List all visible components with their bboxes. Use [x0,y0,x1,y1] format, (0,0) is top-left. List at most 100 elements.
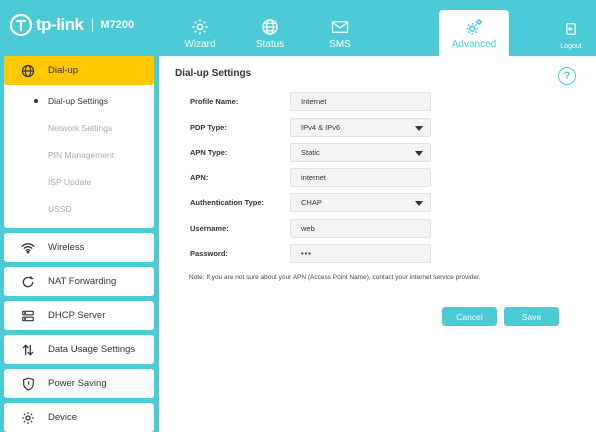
sidebar-subitem-dial-up-settings[interactable]: Dial-up Settings [4,87,154,114]
apn-type-select[interactable]: Static [290,142,431,162]
menu-group-wireless: Wireless [4,233,154,262]
sidebar-subitem-ussd[interactable]: USSD [4,195,154,222]
arrows-icon [20,342,36,358]
main-panel: Dial-up Settings ? Profile Name: Interne… [159,56,596,432]
logout-label: Logout [560,43,582,50]
row-password: Password: ••• [190,243,431,263]
logout-icon [564,22,578,41]
globe-icon [20,63,36,79]
subitem-label: PIN Management [48,149,115,160]
bullet-dot [34,126,38,130]
apn-type-value: Static [301,147,320,157]
username-input[interactable]: web [290,218,431,238]
sidebar-item-label: Dial-up [48,65,79,76]
row-auth-type: Authentication Type: CHAP [190,192,431,212]
profile-name-input[interactable]: Internet [290,91,431,111]
tab-label: Wizard [184,39,216,50]
brand-divider [91,18,93,32]
apn-label: APN: [190,172,209,182]
sidebar: Dial-up Dial-up Settings Network Setting… [4,56,154,432]
menu-group-nat: NAT Forwarding [4,267,154,296]
tab-label: Status [255,39,285,50]
profile-name-value: Internet [301,96,327,106]
shield-icon [20,376,36,392]
pdp-type-value: IPv4 & IPv6 [301,122,341,132]
caret-down-icon [415,125,423,131]
dial-up-submenu: Dial-up Settings Network Settings PIN Ma… [4,85,154,228]
save-button[interactable]: Save [504,307,559,326]
bullet-dot [34,207,38,211]
row-username: Username: web [190,218,431,238]
menu-group-power-saving: Power Saving [4,369,154,398]
sidebar-item-device[interactable]: Device [4,403,154,432]
apn-value: internet [301,172,327,182]
auth-type-value: CHAP [301,197,322,207]
apn-type-label: APN Type: [190,147,228,157]
menu-group-device: Device [4,403,154,432]
row-apn: APN: internet [190,167,431,187]
subitem-label: ISP Update [48,176,92,187]
sidebar-item-label: Wireless [48,242,85,253]
sidebar-item-dial-up[interactable]: Dial-up [4,56,154,85]
sidebar-item-power-saving[interactable]: Power Saving [4,369,154,398]
sidebar-item-nat-forwarding[interactable]: NAT Forwarding [4,267,154,296]
header: tp-link M7200 Wizard Status SMS Advanced… [0,0,596,56]
subitem-label: Dial-up Settings [48,95,109,106]
model-name: M7200 [100,19,135,31]
sidebar-item-label: Power Saving [48,378,107,389]
gear-icon [20,410,36,426]
sidebar-subitem-network-settings[interactable]: Network Settings [4,114,154,141]
menu-group-dhcp: DHCP Server [4,301,154,330]
sidebar-item-label: Data Usage Settings [48,344,136,355]
username-value: web [301,223,315,233]
gears-icon [464,17,484,37]
username-label: Username: [190,223,229,233]
sidebar-item-wireless[interactable]: Wireless [4,233,154,262]
sidebar-item-dhcp-server[interactable]: DHCP Server [4,301,154,330]
apn-note: Note: If you are not sure about your APN… [189,274,481,281]
gear-icon [191,17,209,37]
tab-label: Advanced [451,39,497,50]
tp-link-logo-icon [10,14,32,36]
help-button[interactable]: ? [558,67,576,85]
question-icon: ? [563,70,571,82]
caret-down-icon [415,200,423,206]
envelope-icon [331,17,349,37]
wifi-icon [20,240,36,256]
bullet-dot [34,153,38,157]
pdp-type-select[interactable]: IPv4 & IPv6 [290,117,431,137]
auth-type-label: Authentication Type: [190,197,265,207]
cancel-button[interactable]: Cancel [442,307,497,326]
tab-status[interactable]: Status [235,10,305,56]
page-title: Dial-up Settings [175,68,252,79]
sidebar-subitem-isp-update[interactable]: ISP Update [4,168,154,195]
row-profile-name: Profile Name: Internet [190,91,431,111]
subitem-label: USSD [48,203,72,214]
sidebar-item-data-usage-settings[interactable]: Data Usage Settings [4,335,154,364]
menu-group-data-usage: Data Usage Settings [4,335,154,364]
tab-label: SMS [329,39,351,50]
password-input[interactable]: ••• [290,243,431,263]
auth-type-select[interactable]: CHAP [290,192,431,212]
globe-icon [261,17,279,37]
menu-group-dial-up: Dial-up Dial-up Settings Network Setting… [4,56,154,228]
subitem-label: Network Settings [48,122,113,133]
tab-sms[interactable]: SMS [305,10,375,56]
tab-advanced[interactable]: Advanced [439,10,509,56]
nat-icon [20,274,36,290]
profile-name-label: Profile Name: [190,96,239,106]
caret-down-icon [415,150,423,156]
server-icon [20,308,36,324]
tab-wizard[interactable]: Wizard [165,10,235,56]
password-label: Password: [190,248,228,258]
active-dot [34,98,38,103]
logout-button[interactable]: Logout [556,22,586,50]
sidebar-subitem-pin-management[interactable]: PIN Management [4,141,154,168]
password-value: ••• [301,248,312,258]
top-nav-tabs: Wizard Status SMS Advanced [165,10,509,56]
sidebar-item-label: NAT Forwarding [48,276,117,287]
sidebar-item-label: Device [48,412,78,423]
brand-name: tp-link [36,15,84,34]
apn-input[interactable]: internet [290,167,431,187]
row-apn-type: APN Type: Static [190,142,431,162]
